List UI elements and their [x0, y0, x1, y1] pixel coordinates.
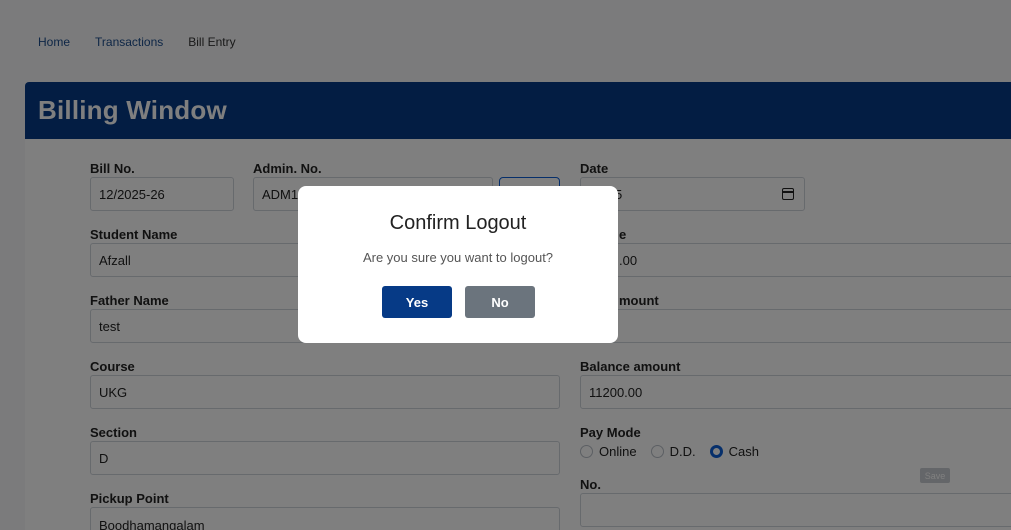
- logout-confirm-dialog: Confirm Logout Are you sure you want to …: [298, 186, 618, 343]
- dialog-message: Are you sure you want to logout?: [362, 250, 554, 265]
- yes-button[interactable]: Yes: [382, 286, 452, 318]
- dialog-title: Confirm Logout: [389, 212, 527, 234]
- no-button[interactable]: No: [465, 286, 535, 318]
